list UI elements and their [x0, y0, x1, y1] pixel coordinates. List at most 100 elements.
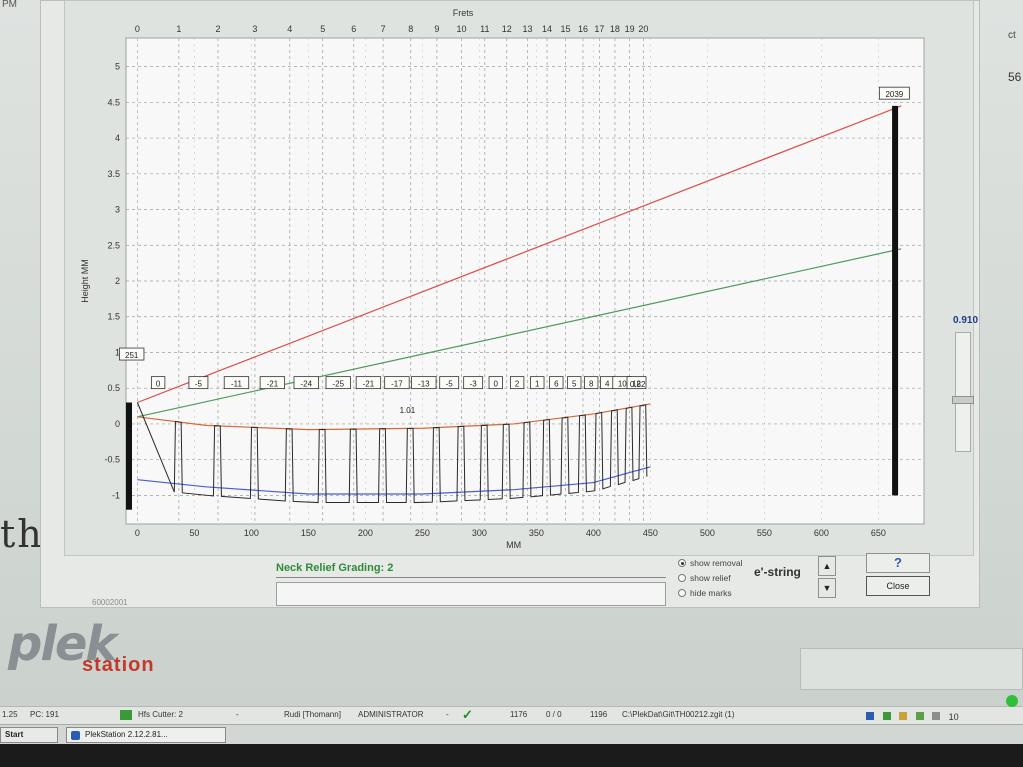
fret-value-label: 10 [618, 380, 627, 389]
bridge-value-label: 2039 [885, 90, 903, 99]
y-tick-label: -1 [112, 490, 120, 500]
x-tick-label: 100 [244, 528, 259, 538]
annotation-end: 0.82 [630, 380, 646, 389]
scale-slider-thumb[interactable] [952, 396, 974, 404]
radio-hide-marks-label: hide marks [690, 588, 732, 598]
notes-field[interactable] [276, 582, 666, 606]
info-box [800, 648, 1023, 690]
status-role: ADMINISTRATOR [358, 710, 424, 719]
neck-profile-chart: 0 1 2 3 4 5 6 7 8 9 10 11 12 13 14 15 16 17 18 19 20Frets0 50… [80, 8, 925, 550]
tray-icon[interactable] [915, 712, 924, 720]
radio-icon[interactable] [678, 589, 686, 597]
taskbar: Start PlekStation 2.12.2.81... [0, 724, 1023, 744]
fret-value-label: -25 [332, 380, 344, 389]
fret-tick-label: 2 [215, 24, 220, 34]
right-window-number: 56 [1008, 70, 1022, 84]
fret-value-label: 6 [554, 380, 559, 389]
tray-icon[interactable] [899, 712, 908, 720]
x-tick-label: 300 [472, 528, 487, 538]
fret-tick-label: 7 [381, 24, 386, 34]
bridge-bar [892, 105, 899, 496]
string-down-button[interactable]: ▼ [818, 578, 836, 598]
start-button[interactable]: Start [0, 727, 58, 743]
x-tick-label: 500 [700, 528, 715, 538]
fret-tick-label: 20 [638, 24, 648, 34]
fret-tick-label: 1 [176, 24, 181, 34]
y-tick-label: 2 [115, 276, 120, 286]
x-tick-label: 600 [814, 528, 829, 538]
radio-hide-marks[interactable]: hide marks [678, 588, 732, 598]
fret-tick-label: 19 [625, 24, 635, 34]
fret-value-label: -3 [470, 380, 478, 389]
app-icon [71, 731, 80, 740]
fret-tick-label: 4 [287, 24, 292, 34]
status-version: 1.25 [2, 710, 18, 719]
status-separator: - [236, 710, 239, 719]
system-tray[interactable]: 10 [866, 712, 959, 722]
help-button[interactable]: ? [866, 553, 930, 573]
status-separator-2: - [446, 710, 449, 719]
x-tick-label: 50 [189, 528, 199, 538]
fret-value-label: 2 [515, 380, 520, 389]
x-tick-label: 150 [301, 528, 316, 538]
y-tick-label: 0 [115, 419, 120, 429]
y-tick-label: 4 [115, 133, 120, 143]
logo-station-text: station [82, 654, 155, 676]
fret-value-label: -11 [231, 380, 243, 389]
divider [276, 577, 666, 578]
taskbar-app-button[interactable]: PlekStation 2.12.2.81... [66, 727, 226, 743]
y-tick-label: -0.5 [104, 455, 120, 465]
radio-icon[interactable] [678, 574, 686, 582]
plek-station-logo: plek station [8, 620, 154, 676]
fret-tick-label: 17 [594, 24, 604, 34]
fret-tick-label: 9 [434, 24, 439, 34]
x-axis-title: MM [506, 540, 521, 550]
fret-value-label: -5 [195, 380, 203, 389]
scale-slider[interactable] [955, 332, 971, 452]
tray-icon[interactable] [882, 712, 891, 720]
radio-show-relief[interactable]: show relief [678, 573, 731, 583]
fret-value-label: -17 [391, 380, 403, 389]
status-n2: 0 / 0 [546, 710, 562, 719]
nut-value-label: 251 [125, 351, 139, 360]
fret-value-label: -21 [267, 380, 279, 389]
fret-value-label: -5 [446, 380, 454, 389]
status-cutter: Hfs Cutter: 2 [138, 710, 183, 719]
x-tick-label: 0 [135, 528, 140, 538]
fret-tick-label: 16 [578, 24, 588, 34]
y-tick-label: 0.5 [107, 383, 120, 393]
fret-tick-label: 3 [252, 24, 257, 34]
fret-tick-label: 18 [610, 24, 620, 34]
fret-tick-label: 5 [320, 24, 325, 34]
fret-tick-label: 10 [457, 24, 467, 34]
fret-tick-label: 12 [502, 24, 512, 34]
x-tick-label: 250 [415, 528, 430, 538]
fret-value-label: 0 [494, 380, 499, 389]
cutter-icon [120, 710, 132, 720]
clock-fragment: PM [2, 0, 17, 10]
string-up-button[interactable]: ▲ [818, 556, 836, 576]
y-tick-label: 3.5 [107, 169, 120, 179]
monitor-bezel [0, 744, 1023, 767]
x-tick-label: 450 [643, 528, 658, 538]
x-tick-label: 350 [529, 528, 544, 538]
fret-tick-label: 8 [408, 24, 413, 34]
status-led-icon [1006, 695, 1018, 707]
serial-number: 60002001 [92, 598, 128, 607]
fret-value-label: 5 [572, 380, 577, 389]
neck-relief-grading: Neck Relief Grading: 2 [276, 562, 394, 574]
status-pc: PC: 191 [30, 710, 59, 719]
fret-tick-label: 15 [561, 24, 571, 34]
radio-selected-icon[interactable] [678, 559, 686, 567]
tray-icon[interactable] [866, 712, 874, 720]
close-button[interactable]: Close [866, 576, 930, 596]
radio-show-removal[interactable]: show removal [678, 558, 742, 568]
string-selector-label: e'-string [754, 565, 801, 579]
fret-tick-label: 0 [135, 24, 140, 34]
status-n3: 1196 [590, 710, 608, 719]
annotation-mid: 1.01 [400, 406, 416, 415]
fret-value-label: 1 [535, 380, 540, 389]
fret-tick-label: 14 [542, 24, 552, 34]
top-axis-title: Frets [453, 8, 474, 18]
tray-icon[interactable] [932, 712, 941, 720]
